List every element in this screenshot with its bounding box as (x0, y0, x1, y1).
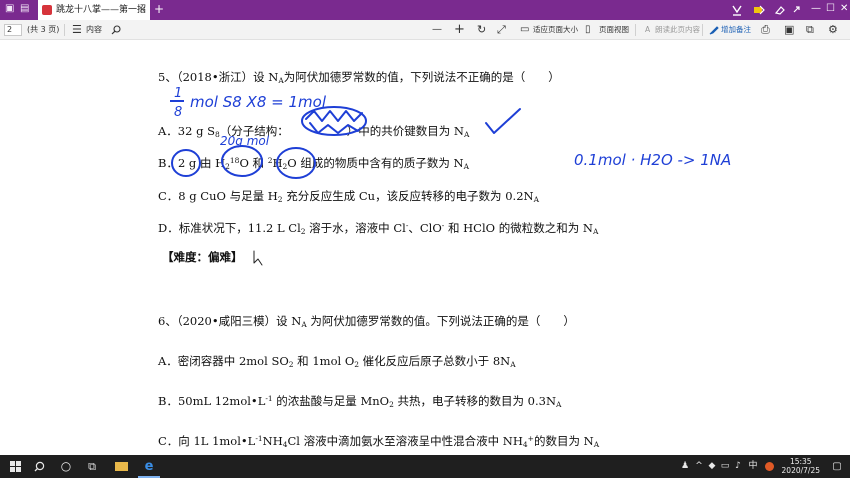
save-as-icon[interactable]: ⧉ (806, 20, 814, 40)
page-number-input[interactable]: 2 (4, 24, 22, 36)
taskbar-clock[interactable]: 15:35 2020/7/25 (782, 457, 820, 475)
tray-chevron-icon[interactable]: ^ (693, 455, 705, 478)
close-button[interactable]: ✕ (840, 3, 848, 14)
title-bar: ▣ ▤ 跳龙十八掌——第一招 × + — ☐ ✕ (0, 0, 850, 20)
clock-date: 2020/7/25 (781, 466, 820, 475)
ink-frac-num: 1 (174, 86, 182, 101)
page-view-icon[interactable]: ▯ (585, 20, 591, 40)
q5-option-d: D．标准状况下，11.2 L Cl2 溶于水，溶液中 Cl-、ClO- 和 HC… (158, 221, 599, 236)
q5-stem: 5、（2018•浙江）设 NA为阿伏加德罗常数的值，下列说法不正确的是（ ） (158, 70, 560, 85)
tray-people-icon[interactable]: ♟ (678, 455, 692, 478)
add-note-button[interactable]: 增加备注 (721, 20, 751, 40)
reader-toolbar: 2 (共 3 页) ☰ 内容 — + ↻ ⤢ ▭ 适应页面大小 ▯ 页面视图 A… (0, 20, 850, 40)
fit-width-icon[interactable]: ⤢ (497, 20, 506, 40)
page-total: (共 3 页) (27, 25, 60, 34)
tray-volume-icon[interactable]: ♪ (732, 455, 744, 478)
document-page[interactable]: 5、（2018•浙江）设 NA为阿伏加德罗常数的值，下列说法不正确的是（ ） A… (0, 41, 850, 455)
tab-close-button[interactable]: × (138, 0, 146, 20)
read-aloud-icon: A (645, 25, 651, 34)
clock-time: 15:35 (789, 457, 812, 466)
tab-title: 跳龙十八掌——第一招 (56, 5, 147, 15)
taskbar-search-icon[interactable] (34, 461, 45, 472)
fit-page-button[interactable]: 适应页面大小 (533, 20, 578, 40)
mouse-cursor (253, 250, 263, 266)
contents-icon[interactable]: ☰ (72, 20, 82, 40)
action-center-icon[interactable]: ▢ (830, 455, 844, 478)
windows-taskbar: ○ ⧉ e ♟ ^ ◆ ▭ ♪ 中 15:35 2020/7/25 ▢ (0, 455, 850, 478)
zoom-in-button[interactable]: + (454, 20, 465, 40)
zoom-out-button[interactable]: — (432, 20, 442, 40)
q6-stem: 6、（2020•咸阳三模）设 NA 为阿伏加德罗常数的值。下列说法正确的是（ ） (158, 314, 575, 329)
task-view-icon[interactable]: ⧉ (84, 455, 100, 478)
toolbar-divider (702, 24, 703, 36)
q5-option-a: A．32 g S8（分子结构： ）中的共价键数目为 NA (158, 124, 470, 139)
print-icon[interactable]: ⎙ (761, 20, 770, 40)
q5-option-b: B．2 g 由 H218O 和 2H2O 组成的物质中含有的质子数为 NA (158, 156, 470, 171)
text-highlight-icon[interactable] (753, 4, 765, 16)
tray-network-icon[interactable]: ▭ (719, 455, 731, 478)
settings-icon[interactable]: ⚙ (828, 20, 838, 40)
ink-note-right: 0.1mol · H2O -> 1NA (574, 151, 731, 169)
q6-option-a: A．密闭容器中 2mol SO2 和 1mol O2 催化反应后原子总数小于 8… (158, 354, 516, 369)
cortana-icon[interactable]: ○ (58, 455, 74, 478)
save-icon[interactable]: ▣ (784, 20, 794, 40)
minimize-button[interactable]: — (811, 3, 821, 14)
tray-app-icon[interactable]: ◆ (706, 455, 718, 478)
toolbar-divider (635, 24, 636, 36)
contents-button[interactable]: 内容 (86, 20, 102, 40)
windows-start-icon[interactable] (10, 461, 21, 472)
page-view-button[interactable]: 页面视图 (599, 20, 629, 40)
window-menu-icon[interactable]: ▣ (5, 4, 15, 14)
s8-ring-top (305, 110, 363, 122)
tab-document[interactable]: 跳龙十八掌——第一招 × (38, 0, 150, 20)
fit-page-icon[interactable]: ▭ (520, 20, 529, 40)
ink-check-mark (485, 108, 521, 134)
q6-option-c: C．向 1L 1mol•L-1NH4Cl 溶液中滴加氨水至溶液呈中性混合液中 N… (158, 434, 600, 449)
search-icon[interactable] (111, 25, 121, 35)
tray-sogou-icon[interactable] (763, 455, 775, 478)
file-explorer-icon[interactable] (110, 455, 132, 478)
maximize-button[interactable]: ☐ (826, 3, 835, 14)
ink-frac-den: 8 (174, 105, 182, 120)
rotate-icon[interactable]: ↻ (477, 20, 486, 40)
highlighter-icon[interactable] (731, 4, 743, 16)
tray-ime-button[interactable]: 中 (746, 455, 760, 478)
share-icon[interactable] (791, 4, 803, 16)
toolbar-divider (64, 24, 65, 36)
pen-icon[interactable] (709, 25, 719, 35)
q6-option-b: B．50mL 12mol•L-1 的浓盐酸与足量 MnO2 共热，电子转移的数目… (158, 394, 562, 409)
edge-browser-icon[interactable]: e (138, 455, 160, 478)
new-tab-button[interactable]: + (154, 2, 164, 16)
q5-difficulty: 【难度：偏难】 (162, 250, 243, 264)
q5-option-c: C．8 g CuO 与足量 H2 充分反应生成 Cu，该反应转移的电子数为 0.… (158, 189, 539, 204)
tabs-overview-icon[interactable]: ▤ (20, 4, 30, 14)
ink-note-top: mol S8 X8 = 1mol (190, 93, 327, 111)
read-aloud-button[interactable]: 朗读此页内容 (655, 20, 700, 40)
pdf-app-icon (42, 5, 52, 15)
eraser-icon[interactable] (774, 4, 786, 16)
